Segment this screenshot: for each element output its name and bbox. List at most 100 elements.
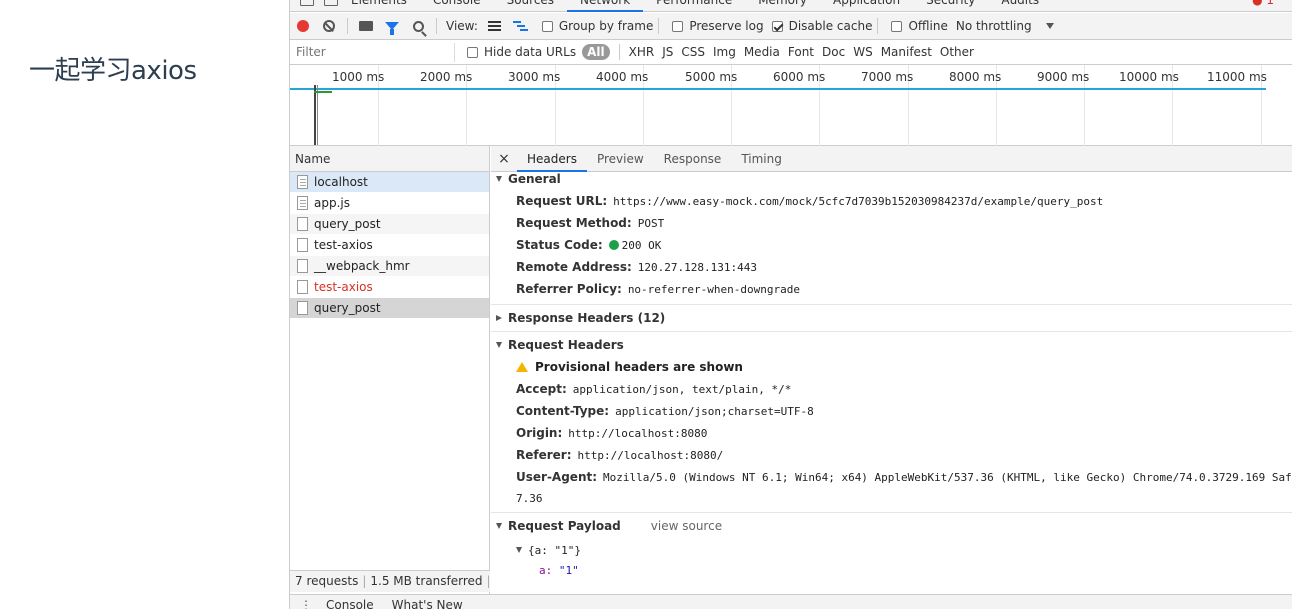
request-headers-toggle[interactable]: Request Headers	[491, 334, 1292, 356]
tab-preview[interactable]: Preview	[587, 146, 654, 172]
payload-object-toggle[interactable]: {a: "1"}	[491, 540, 1292, 560]
name-column-header[interactable]: Name	[290, 146, 489, 172]
remote-address-row: Remote Address: 120.27.128.131:443	[491, 256, 1292, 278]
page-left-area: 一起学习axios	[0, 0, 290, 609]
close-icon[interactable]: ×	[491, 151, 517, 167]
filter-type-media[interactable]: Media	[740, 45, 784, 59]
tab-console[interactable]: Console	[420, 0, 494, 12]
timeline-tick-label: 3000 ms	[508, 70, 561, 84]
request-row-query-post[interactable]: query_post	[290, 214, 489, 235]
timeline-tick-label: 4000 ms	[596, 70, 649, 84]
filter-input[interactable]	[290, 42, 455, 62]
tab-sources[interactable]: Sources	[494, 0, 567, 12]
filter-type-manifest[interactable]: Manifest	[877, 45, 936, 59]
request-row-app-js[interactable]: app.js	[290, 193, 489, 214]
request-name: test-axios	[314, 238, 373, 252]
request-row-localhost[interactable]: localhost	[290, 172, 489, 193]
tab-headers[interactable]: Headers	[517, 146, 587, 172]
header-value: application/json, text/plain, */*	[572, 382, 792, 396]
tab-network[interactable]: Network	[567, 0, 644, 12]
tab-response[interactable]: Response	[654, 146, 732, 172]
toolbar-divider	[436, 18, 437, 34]
header-value: http://localhost:8080	[568, 426, 708, 440]
request-payload-toggle[interactable]: Request Payload view source	[491, 515, 1292, 537]
record-button[interactable]	[290, 15, 316, 37]
group-by-frame-label: Group by frame	[558, 19, 654, 33]
triangle-down-icon	[516, 547, 522, 553]
tab-timing[interactable]: Timing	[731, 146, 792, 172]
tab-elements[interactable]: Elements	[338, 0, 420, 12]
tab-audits[interactable]: Audits	[988, 0, 1052, 12]
request-url-row: Request URL: https://www.easy-mock.com/mo…	[491, 190, 1292, 212]
filter-type-font[interactable]: Font	[784, 45, 818, 59]
record-icon	[297, 20, 309, 32]
header-key: Origin:	[516, 426, 563, 440]
filter-type-all[interactable]: All	[582, 44, 610, 60]
response-headers-title: Response Headers (12)	[508, 311, 666, 325]
request-method-row: Request Method: POST	[491, 212, 1292, 234]
filter-toggle-button[interactable]	[379, 15, 405, 37]
tab-memory[interactable]: Memory	[745, 0, 820, 12]
tab-application[interactable]: Application	[820, 0, 913, 12]
filter-type-js[interactable]: JS	[658, 45, 677, 59]
filter-type-doc[interactable]: Doc	[818, 45, 849, 59]
payload-object: {a: "1"}	[528, 543, 581, 557]
header-key: Content-Type:	[516, 404, 610, 418]
timeline-tick-label: 8000 ms	[949, 70, 1002, 84]
transferred-size: 1.5 MB transferred	[370, 574, 483, 588]
request-row-query-post-selected[interactable]: query_post	[290, 298, 489, 319]
error-count-badge[interactable]: ● 1	[1252, 0, 1274, 7]
filter-type-img[interactable]: Img	[709, 45, 740, 59]
drawer-tab-whats-new[interactable]: What's New	[392, 598, 463, 609]
network-overview-timeline[interactable]: 1000 ms 2000 ms 3000 ms 4000 ms 5000 ms …	[290, 65, 1292, 146]
clear-button[interactable]	[316, 15, 342, 37]
timeline-tick-label: 10000 ms	[1119, 70, 1179, 84]
preserve-log-label: Preserve log	[689, 19, 764, 33]
file-icon	[297, 238, 308, 252]
timeline-request-bar	[314, 91, 332, 93]
view-source-link[interactable]: view source	[651, 519, 722, 533]
preserve-log-checkbox[interactable]: Preserve log	[672, 19, 764, 33]
header-value: 200 OK	[621, 238, 662, 252]
throttling-select[interactable]: No throttling	[956, 19, 1054, 33]
disable-cache-checkbox[interactable]: Disable cache	[771, 19, 872, 33]
overview-button[interactable]	[508, 15, 534, 37]
page-heading: 一起学习axios	[29, 56, 197, 86]
devtools-drawer: ⋮ Console What's New	[290, 594, 1292, 609]
request-name: query_post	[314, 301, 381, 315]
filter-type-ws[interactable]: WS	[849, 45, 876, 59]
request-detail-panel: × Headers Preview Response Timing Genera…	[491, 146, 1292, 609]
group-by-frame-checkbox[interactable]: Group by frame	[541, 19, 654, 33]
request-row-test-axios[interactable]: test-axios	[290, 235, 489, 256]
search-button[interactable]	[405, 15, 431, 37]
status-ok-icon	[608, 240, 619, 250]
timeline-load-marker	[317, 85, 318, 145]
checkbox-box	[672, 20, 684, 32]
response-headers-toggle[interactable]: Response Headers (12)	[491, 307, 1292, 329]
filter-type-css[interactable]: CSS	[677, 45, 709, 59]
screenshot-button[interactable]	[353, 15, 379, 37]
device-toolbar-icon[interactable]	[324, 0, 338, 6]
section-divider	[491, 304, 1292, 305]
filter-type-other[interactable]: Other	[936, 45, 978, 59]
offline-checkbox[interactable]: Offline	[891, 19, 948, 33]
request-row-test-axios-failed[interactable]: test-axios	[290, 277, 489, 298]
user-agent-continued: 7.36	[516, 491, 543, 505]
request-row-webpack-hmr[interactable]: __webpack_hmr	[290, 256, 489, 277]
clear-icon	[323, 20, 335, 32]
triangle-down-icon	[496, 342, 502, 348]
hide-data-urls-checkbox[interactable]: Hide data URLs	[467, 45, 576, 59]
checkbox-box	[541, 20, 553, 32]
script-icon	[297, 196, 308, 210]
filter-type-xhr[interactable]: XHR	[625, 45, 659, 59]
file-icon	[297, 217, 308, 231]
large-rows-button[interactable]	[482, 15, 508, 37]
inspect-icon[interactable]	[300, 0, 314, 6]
tab-security[interactable]: Security	[913, 0, 988, 12]
file-icon	[297, 259, 308, 273]
tab-performance[interactable]: Performance	[643, 0, 745, 12]
throttling-value: No throttling	[955, 19, 1032, 33]
request-payload-title: Request Payload	[508, 519, 621, 533]
drawer-tab-console[interactable]: Console	[326, 598, 374, 609]
more-menu-icon[interactable]: ⋮	[300, 598, 312, 609]
